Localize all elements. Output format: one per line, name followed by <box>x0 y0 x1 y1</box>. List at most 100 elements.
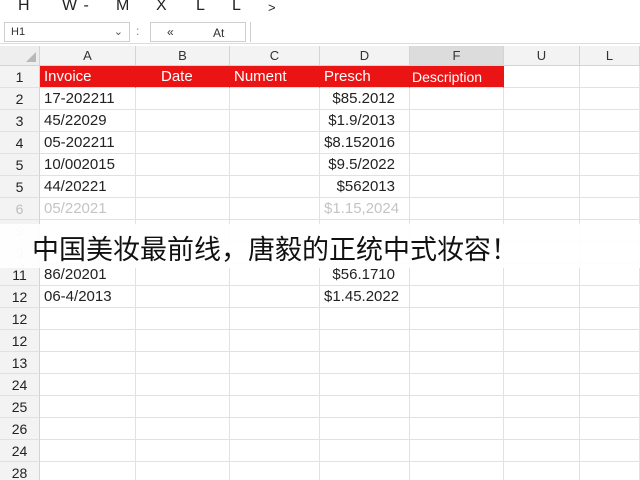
table-cell-u[interactable] <box>504 396 580 418</box>
table-cell-f[interactable] <box>410 396 504 418</box>
table-cell-d[interactable] <box>320 352 410 374</box>
menu-item-m[interactable]: M <box>116 0 130 15</box>
table-cell-f[interactable] <box>410 418 504 440</box>
table-cell-l[interactable] <box>580 374 640 396</box>
table-cell-u[interactable] <box>504 462 580 480</box>
table-cell-b[interactable] <box>136 418 230 440</box>
column-header-l[interactable]: L <box>580 46 640 66</box>
column-header-c[interactable]: C <box>230 46 320 66</box>
table-cell-u[interactable] <box>504 286 580 308</box>
table-cell-b[interactable] <box>136 88 230 110</box>
formula-function-box[interactable]: « At <box>150 22 246 42</box>
row-header[interactable]: 28 <box>0 462 40 480</box>
header-cell-invoice[interactable]: Invoice <box>40 66 136 88</box>
select-all-corner[interactable] <box>0 46 40 66</box>
table-cell-c[interactable] <box>230 462 320 480</box>
row-header[interactable]: 12 <box>0 286 40 308</box>
table-cell-c[interactable] <box>230 330 320 352</box>
table-cell-u[interactable] <box>504 154 580 176</box>
header-cell-description[interactable]: Description <box>410 66 504 88</box>
table-cell-a[interactable]: 05/22021 <box>40 198 136 220</box>
table-cell-c[interactable] <box>230 88 320 110</box>
menu-item-l1[interactable]: L <box>196 0 206 15</box>
table-cell-b[interactable] <box>136 198 230 220</box>
row-header[interactable]: 5 <box>0 176 40 198</box>
table-cell-b[interactable] <box>136 330 230 352</box>
row-header[interactable]: 25 <box>0 396 40 418</box>
table-cell-l[interactable] <box>580 110 640 132</box>
header-cell-nument[interactable]: Nument <box>230 66 320 88</box>
table-cell-a[interactable]: 44/20221 <box>40 176 136 198</box>
table-cell-d[interactable] <box>320 396 410 418</box>
table-cell-u[interactable] <box>504 352 580 374</box>
table-cell-a[interactable]: 10/002015 <box>40 154 136 176</box>
formula-input[interactable] <box>250 22 638 42</box>
back-icon[interactable]: « <box>167 25 174 39</box>
row-header[interactable]: 1 <box>0 66 40 88</box>
table-cell-u[interactable] <box>504 198 580 220</box>
row-header[interactable]: 12 <box>0 330 40 352</box>
cell[interactable] <box>504 66 580 88</box>
table-cell-d[interactable]: $8.152016 <box>320 132 410 154</box>
table-cell-l[interactable] <box>580 286 640 308</box>
menu-item-w[interactable]: W - <box>62 0 90 15</box>
table-cell-b[interactable] <box>136 374 230 396</box>
table-cell-c[interactable] <box>230 286 320 308</box>
table-cell-l[interactable] <box>580 176 640 198</box>
table-cell-d[interactable]: $562013 <box>320 176 410 198</box>
header-cell-presch[interactable]: Presch <box>320 66 410 88</box>
table-cell-f[interactable] <box>410 110 504 132</box>
column-header-d[interactable]: D <box>320 46 410 66</box>
table-cell-f[interactable] <box>410 462 504 480</box>
table-cell-c[interactable] <box>230 374 320 396</box>
table-cell-l[interactable] <box>580 132 640 154</box>
table-cell-f[interactable] <box>410 330 504 352</box>
column-header-a[interactable]: A <box>40 46 136 66</box>
table-cell-u[interactable] <box>504 110 580 132</box>
table-cell-u[interactable] <box>504 308 580 330</box>
table-cell-l[interactable] <box>580 440 640 462</box>
table-cell-l[interactable] <box>580 198 640 220</box>
table-cell-f[interactable] <box>410 352 504 374</box>
table-cell-f[interactable] <box>410 132 504 154</box>
table-cell-b[interactable] <box>136 286 230 308</box>
table-cell-a[interactable] <box>40 440 136 462</box>
table-cell-l[interactable] <box>580 418 640 440</box>
table-cell-l[interactable] <box>580 154 640 176</box>
row-header[interactable]: 12 <box>0 308 40 330</box>
row-header[interactable]: 13 <box>0 352 40 374</box>
table-cell-d[interactable]: $1.9/2013 <box>320 110 410 132</box>
column-header-u[interactable]: U <box>504 46 580 66</box>
table-cell-f[interactable] <box>410 88 504 110</box>
table-cell-d[interactable] <box>320 462 410 480</box>
table-cell-c[interactable] <box>230 198 320 220</box>
table-cell-u[interactable] <box>504 440 580 462</box>
table-cell-l[interactable] <box>580 462 640 480</box>
table-cell-f[interactable] <box>410 176 504 198</box>
table-cell-a[interactable]: 45/22029 <box>40 110 136 132</box>
row-header[interactable]: 3 <box>0 110 40 132</box>
table-cell-l[interactable] <box>580 352 640 374</box>
table-cell-a[interactable]: 17-202211 <box>40 88 136 110</box>
chevron-down-icon[interactable]: ⌄ <box>114 25 123 38</box>
table-cell-a[interactable]: 06-4/2013 <box>40 286 136 308</box>
table-cell-b[interactable] <box>136 462 230 480</box>
column-header-f[interactable]: F <box>410 46 504 66</box>
table-cell-b[interactable] <box>136 154 230 176</box>
table-cell-a[interactable] <box>40 462 136 480</box>
row-header[interactable]: 24 <box>0 440 40 462</box>
table-cell-b[interactable] <box>136 308 230 330</box>
table-cell-a[interactable] <box>40 308 136 330</box>
table-cell-f[interactable] <box>410 198 504 220</box>
table-cell-f[interactable] <box>410 286 504 308</box>
table-cell-f[interactable] <box>410 154 504 176</box>
cell[interactable] <box>580 66 640 88</box>
table-cell-c[interactable] <box>230 132 320 154</box>
table-cell-l[interactable] <box>580 308 640 330</box>
table-cell-l[interactable] <box>580 88 640 110</box>
table-cell-c[interactable] <box>230 110 320 132</box>
table-cell-l[interactable] <box>580 396 640 418</box>
table-cell-d[interactable]: $1.15,2024 <box>320 198 410 220</box>
table-cell-d[interactable]: $85.2012 <box>320 88 410 110</box>
table-cell-c[interactable] <box>230 176 320 198</box>
